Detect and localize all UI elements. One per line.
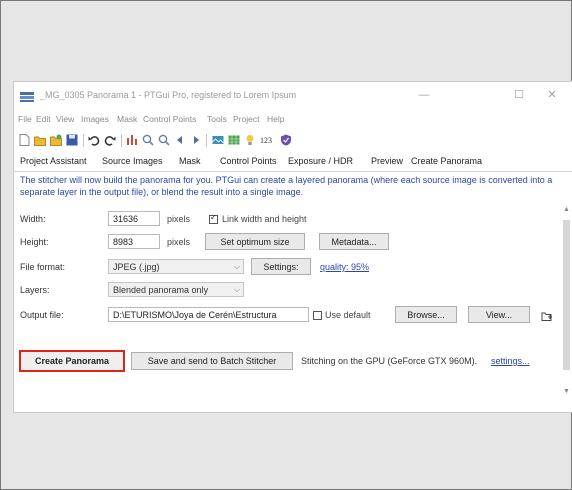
chevron-down-icon: ⌵ xyxy=(233,285,240,294)
toolbar-separator xyxy=(121,134,122,147)
tab-preview[interactable]: Preview xyxy=(371,156,403,166)
link-width-height-label: Link width and height xyxy=(222,214,307,224)
menu-view[interactable]: View xyxy=(56,114,74,124)
ptgui-app-icon xyxy=(20,92,34,102)
tab-mask[interactable]: Mask xyxy=(179,156,201,166)
menu-mask[interactable]: Mask xyxy=(117,114,137,124)
menu-project[interactable]: Project xyxy=(233,114,259,124)
next-icon[interactable] xyxy=(190,134,202,146)
align-icon[interactable] xyxy=(126,134,138,146)
chevron-down-icon: ⌵ xyxy=(233,262,240,271)
open-recent-icon[interactable] xyxy=(50,134,62,146)
height-input[interactable]: 8983 xyxy=(108,234,160,249)
undo-icon[interactable] xyxy=(88,134,100,146)
menu-file[interactable]: File xyxy=(18,114,32,124)
file-format-value: JPEG (.jpg) xyxy=(113,262,160,272)
file-format-select[interactable]: JPEG (.jpg) ⌵ xyxy=(108,259,244,274)
minimize-button[interactable]: — xyxy=(414,87,434,103)
layers-value: Blended panorama only xyxy=(113,285,209,295)
new-icon[interactable] xyxy=(18,134,30,146)
menu-images[interactable]: Images xyxy=(81,114,109,124)
tab-exposure-hdr[interactable]: Exposure / HDR xyxy=(288,156,353,166)
save-send-batch-button[interactable]: Save and send to Batch Stitcher xyxy=(131,352,293,370)
output-file-label: Output file: xyxy=(20,310,64,320)
file-format-label: File format: xyxy=(20,262,66,272)
panorama-editor-icon[interactable] xyxy=(212,134,224,146)
tab-create-panorama[interactable]: Create Panorama xyxy=(411,156,482,166)
tab-project-assistant[interactable]: Project Assistant xyxy=(20,156,87,166)
set-optimum-size-button[interactable]: Set optimum size xyxy=(205,233,305,250)
toolbar-separator xyxy=(83,134,84,147)
previous-icon[interactable] xyxy=(174,134,186,146)
view-button[interactable]: View... xyxy=(468,306,530,323)
output-file-input[interactable]: D:\ETURISMO\Joya de Cerén\Estructura xyxy=(108,307,309,322)
scroll-thumb[interactable] xyxy=(563,220,570,370)
gpu-settings-link[interactable]: settings... xyxy=(491,356,530,366)
quality-link[interactable]: quality: 95% xyxy=(320,262,369,272)
zoom-out-icon[interactable] xyxy=(158,134,170,146)
table-icon[interactable] xyxy=(228,134,240,146)
format-settings-button[interactable]: Settings: xyxy=(251,258,311,275)
create-panorama-button[interactable]: Create Panorama xyxy=(19,350,125,372)
save-icon[interactable] xyxy=(66,134,78,146)
open-icon[interactable] xyxy=(34,134,46,146)
height-label: Height: xyxy=(20,237,49,247)
menu-help[interactable]: Help xyxy=(267,114,284,124)
width-input[interactable]: 31636 xyxy=(108,211,160,226)
tab-divider xyxy=(14,171,572,172)
width-label: Width: xyxy=(20,214,46,224)
numbering-icon[interactable]: 123 xyxy=(258,134,274,146)
toolbar: 123 xyxy=(18,132,418,150)
lightbulb-icon[interactable] xyxy=(244,134,256,146)
window-title: _MG_0305 Panorama 1 - PTGui Pro, registe… xyxy=(40,90,297,100)
stitcher-description: The stitcher will now build the panorama… xyxy=(20,175,553,197)
scroll-up-icon[interactable]: ▲ xyxy=(562,206,571,216)
menu-edit[interactable]: Edit xyxy=(36,114,51,124)
height-unit: pixels xyxy=(167,237,191,247)
use-default-label: Use default xyxy=(325,310,371,320)
folder-link-icon[interactable] xyxy=(541,309,553,321)
layers-select[interactable]: Blended panorama only ⌵ xyxy=(108,282,244,297)
menu-tools[interactable]: Tools xyxy=(207,114,227,124)
title-bar: _MG_0305 Panorama 1 - PTGui Pro, registe… xyxy=(14,82,572,110)
screenshot-frame: _MG_0305 Panorama 1 - PTGui Pro, registe… xyxy=(0,0,572,490)
scroll-down-icon[interactable]: ▼ xyxy=(562,388,571,398)
create-panorama-panel: Width: 31636 pixels Link width and heigh… xyxy=(14,206,562,402)
close-button[interactable]: ✕ xyxy=(542,87,562,103)
vertical-scrollbar[interactable]: ▲ ▼ xyxy=(562,206,571,402)
layers-label: Layers: xyxy=(20,285,50,295)
zoom-in-icon[interactable] xyxy=(142,134,154,146)
toolbar-separator xyxy=(206,134,207,147)
use-default-checkbox[interactable] xyxy=(313,311,322,320)
shield-icon[interactable] xyxy=(280,134,292,146)
link-width-height-checkbox[interactable] xyxy=(209,213,218,224)
browse-button[interactable]: Browse... xyxy=(395,306,457,323)
redo-icon[interactable] xyxy=(104,134,116,146)
gpu-status-text: Stitching on the GPU (GeForce GTX 960M). xyxy=(301,356,478,366)
tab-control-points[interactable]: Control Points xyxy=(220,156,277,166)
metadata-button[interactable]: Metadata... xyxy=(319,233,389,250)
ptgui-window: _MG_0305 Panorama 1 - PTGui Pro, registe… xyxy=(13,81,572,413)
menu-control-points[interactable]: Control Points xyxy=(143,114,196,124)
tab-source-images[interactable]: Source Images xyxy=(102,156,163,166)
maximize-button[interactable]: ☐ xyxy=(509,87,529,103)
width-unit: pixels xyxy=(167,214,191,224)
